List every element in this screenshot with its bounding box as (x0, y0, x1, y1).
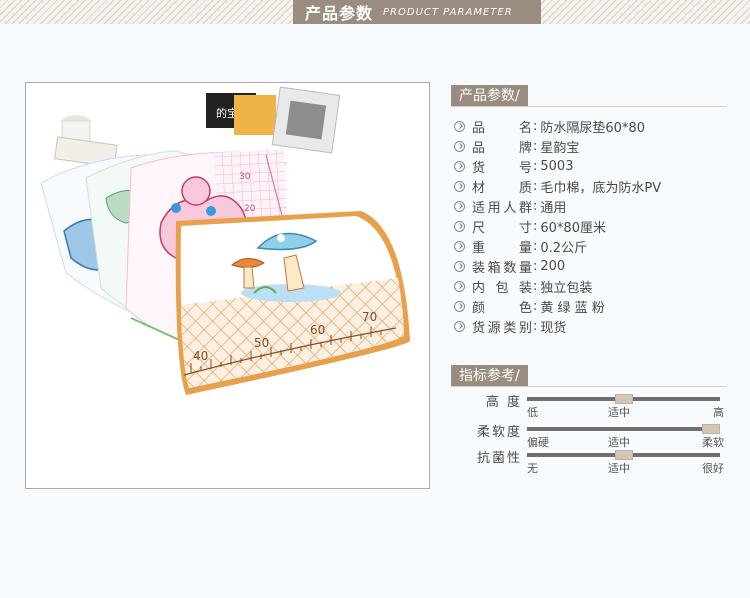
indicator-mid-label: 适中 (608, 462, 630, 475)
param-value: 0.2公斤 (540, 240, 588, 256)
param-label: 品名 (472, 120, 532, 136)
param-value: 通用 (540, 200, 567, 216)
indicator-track (527, 450, 720, 460)
param-colon: : (533, 298, 538, 314)
param-colon: : (533, 258, 538, 274)
param-value: 60*80厘米 (540, 220, 606, 236)
param-colon: : (533, 278, 538, 294)
chevron-right-icon (454, 200, 465, 212)
ruler-label-40: 40 (193, 349, 208, 363)
indicator-mid-label: 适中 (608, 406, 630, 419)
param-label: 颜色 (472, 300, 532, 316)
pink-ruler-label-30: 30 (239, 172, 251, 182)
param-value: 现货 (540, 320, 567, 336)
param-row: 品牌: 星韵宝 (454, 136, 744, 156)
ruler-label-70: 70 (362, 310, 377, 324)
chevron-right-icon (454, 320, 465, 332)
param-label: 装箱数量 (472, 260, 532, 276)
section-divider-params (451, 106, 727, 107)
param-label: 内包装 (472, 280, 532, 296)
param-colon: : (533, 178, 538, 194)
indicator-label: 抗菌性 (476, 451, 522, 466)
param-row: 适用人群: 通用 (454, 196, 744, 216)
param-value: 200 (540, 258, 566, 274)
pink-ruler-label-20: 20 (244, 204, 256, 214)
param-colon: : (533, 138, 538, 154)
param-value: 星韵宝 (540, 140, 580, 156)
indicator-low-label: 低 (527, 406, 538, 419)
chevron-right-icon (454, 220, 465, 232)
indicator-knob (702, 424, 720, 434)
product-illustration: 的宝 30 20 40 50 60 70 (26, 83, 429, 488)
indicator-track (527, 424, 720, 434)
param-row: 颜色:黄 绿 蓝 粉 (454, 296, 744, 316)
param-colon: : (533, 238, 538, 254)
indicator-mid-label: 适中 (608, 436, 630, 449)
chevron-right-icon (454, 120, 465, 132)
indicator-knob (615, 394, 633, 404)
param-label: 尺寸 (472, 220, 532, 236)
indicator-high-label: 柔软 (702, 436, 724, 449)
banner-title-en: PRODUCT PARAMETER (383, 6, 513, 18)
param-value: 5003 (540, 158, 574, 174)
chevron-right-icon (454, 160, 465, 172)
indicator-label: 高 度 (485, 395, 522, 410)
banner-title-block: 产品参数 PRODUCT PARAMETER (293, 0, 541, 24)
param-label: 品牌 (472, 140, 532, 156)
param-row: 材质: 毛巾棉，底为防水PV (454, 176, 744, 196)
section-tag-params: 产品参数/ (451, 85, 528, 107)
param-value: 毛巾棉，底为防水PV (540, 180, 662, 196)
param-label: 重量 (472, 240, 532, 256)
param-row: 装箱数量:200 (454, 256, 744, 276)
chevron-right-icon (454, 180, 465, 192)
chevron-right-icon (454, 240, 465, 252)
param-row: 货源类别: 现货 (454, 316, 744, 336)
section-tag-indicators: 指标参考/ (451, 365, 528, 387)
param-value: 防水隔尿垫60*80 (540, 120, 645, 136)
indicator-low-label: 无 (527, 462, 538, 475)
header-banner: 产品参数 PRODUCT PARAMETER (0, 0, 750, 24)
product-photo: 的宝 30 20 40 50 60 70 (25, 82, 430, 489)
param-row: 品名: 防水隔尿垫60*80 (454, 116, 744, 136)
param-colon: : (533, 318, 538, 334)
indicator-high-label: 很好 (702, 462, 724, 475)
param-value: 黄 绿 蓝 粉 (540, 300, 605, 316)
indicator-high-label: 高 (713, 406, 724, 419)
section-divider-indicators (451, 386, 727, 387)
param-colon: : (533, 198, 538, 214)
chevron-right-icon (454, 260, 465, 272)
param-row: 尺寸:60*80厘米 (454, 216, 744, 236)
param-label: 材质 (472, 180, 532, 196)
param-label: 货号 (472, 160, 532, 176)
chevron-right-icon (454, 140, 465, 152)
param-list: 品名: 防水隔尿垫60*80 品牌: 星韵宝货号:5003 材质: 毛巾棉，底为防水PV 适… (454, 116, 744, 336)
param-colon: : (533, 218, 538, 234)
param-colon: : (533, 158, 538, 174)
indicator-track (527, 394, 720, 404)
indicator-row: 抗菌性无 适中 很好 (460, 450, 730, 481)
indicator-low-label: 偏硬 (527, 436, 549, 449)
indicator-label: 柔软度 (476, 425, 522, 440)
indicator-knob (615, 450, 633, 460)
ruler-label-50: 50 (254, 336, 269, 350)
chevron-right-icon (454, 280, 465, 292)
ruler-label-60: 60 (310, 323, 325, 337)
param-label: 货源类别 (472, 320, 532, 336)
param-row: 内包装: 独立包装 (454, 276, 744, 296)
param-colon: : (533, 118, 538, 134)
param-row: 重量:0.2公斤 (454, 236, 744, 256)
chevron-right-icon (454, 300, 465, 312)
param-row: 货号:5003 (454, 156, 744, 176)
param-value: 独立包装 (540, 280, 593, 296)
banner-title-cn: 产品参数 (305, 4, 374, 23)
param-label: 适用人群 (472, 200, 532, 216)
